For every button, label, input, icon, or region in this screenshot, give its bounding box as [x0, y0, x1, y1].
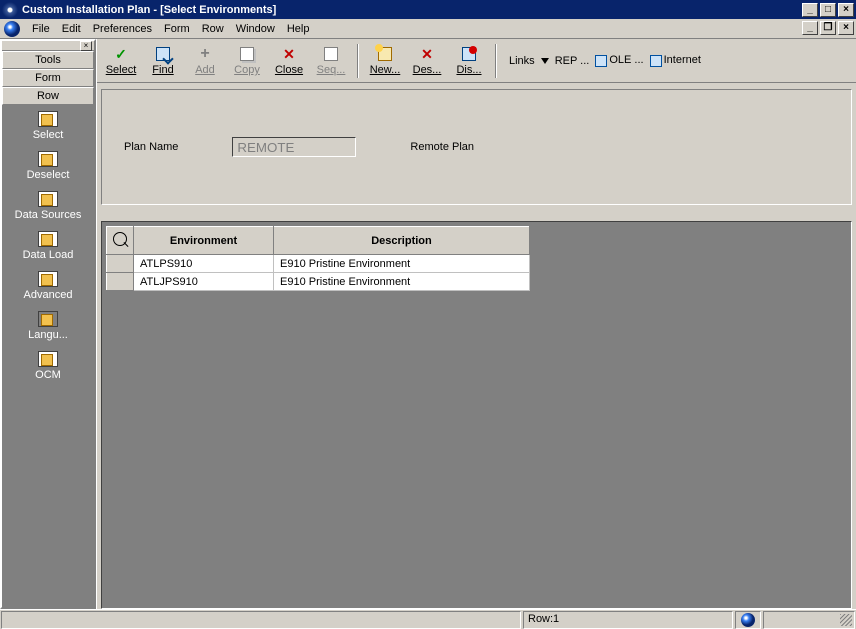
- menu-form[interactable]: Form: [158, 21, 196, 37]
- copy-icon: [240, 47, 254, 61]
- seq-icon: [324, 47, 338, 61]
- sidebar-action-data-load[interactable]: Data Load: [2, 231, 94, 261]
- link-ole[interactable]: OLE ...: [595, 54, 643, 66]
- status-row: Row:1: [523, 611, 733, 629]
- link-rep[interactable]: REP ...: [555, 55, 590, 67]
- row-selector-header[interactable]: [107, 227, 134, 255]
- check-icon: ✓: [112, 45, 130, 63]
- globe-small-icon: [741, 613, 755, 627]
- sidebar-action-ocm[interactable]: OCM: [2, 351, 94, 381]
- cell-description[interactable]: E910 Pristine Environment: [274, 255, 530, 273]
- plan-desc-label: Remote Plan: [410, 141, 474, 153]
- menu-help[interactable]: Help: [281, 21, 316, 37]
- toolbar: ✓ Select Find + Add Copy ✕ Close Seq...: [97, 39, 856, 83]
- sidebar-action-deselect[interactable]: Deselect: [2, 151, 94, 181]
- minimize-button[interactable]: _: [802, 3, 818, 17]
- internet-icon: [650, 55, 662, 67]
- close-window-button[interactable]: ×: [838, 3, 854, 17]
- col-header-environment[interactable]: Environment: [134, 227, 274, 255]
- sidebar-button-form[interactable]: Form: [2, 69, 94, 87]
- resize-grip[interactable]: [840, 614, 852, 626]
- toolbar-separator-2: [495, 44, 497, 78]
- ole-icon: [595, 55, 607, 67]
- toolbar-select-button[interactable]: ✓ Select: [101, 41, 141, 81]
- sidebar-button-row[interactable]: Row: [2, 87, 94, 105]
- toolbar-separator: [357, 44, 359, 78]
- status-cell-1: [1, 611, 521, 629]
- row-selector[interactable]: [107, 255, 134, 273]
- content-area: Plan Name Remote Plan Environment Descri…: [97, 83, 856, 609]
- languages-icon: [38, 311, 58, 327]
- menu-edit[interactable]: Edit: [56, 21, 87, 37]
- form-panel: Plan Name Remote Plan: [101, 89, 852, 205]
- sidebar-button-tools[interactable]: Tools: [2, 51, 94, 69]
- select-icon: [38, 111, 58, 127]
- link-internet[interactable]: Internet: [650, 54, 701, 66]
- row-selector[interactable]: [107, 273, 134, 291]
- dis-icon: [462, 47, 476, 61]
- titlebar: Custom Installation Plan - [Select Envir…: [0, 0, 856, 19]
- sidebar-action-data-sources[interactable]: Data Sources: [2, 191, 94, 221]
- menubar: File Edit Preferences Form Row Window He…: [0, 19, 856, 39]
- table-row[interactable]: ATLJPS910 E910 Pristine Environment: [107, 273, 530, 291]
- menu-file[interactable]: File: [26, 21, 56, 37]
- toolbar-copy-button: Copy: [227, 41, 267, 81]
- plan-name-input[interactable]: [232, 137, 356, 157]
- links-dropdown-icon[interactable]: [541, 58, 549, 64]
- mdi-restore-button[interactable]: ❐: [820, 21, 836, 35]
- ocm-icon: [38, 351, 58, 367]
- cell-description[interactable]: E910 Pristine Environment: [274, 273, 530, 291]
- menu-row[interactable]: Row: [196, 21, 230, 37]
- sidebar-grip[interactable]: ×: [2, 41, 94, 51]
- links-label: Links: [509, 55, 535, 67]
- window-title: Custom Installation Plan - [Select Envir…: [22, 4, 802, 16]
- data-sources-icon: [38, 191, 58, 207]
- sidebar: × Tools Form Row Select Deselect Data So…: [0, 39, 96, 609]
- status-cell-4: [763, 611, 855, 629]
- statusbar: Row:1: [0, 609, 856, 629]
- menu-preferences[interactable]: Preferences: [87, 21, 158, 37]
- status-globe: [735, 611, 761, 629]
- grid-area[interactable]: Environment Description ATLPS910 E910 Pr…: [101, 221, 852, 609]
- plan-name-label: Plan Name: [124, 141, 178, 153]
- sidebar-action-select[interactable]: Select: [2, 111, 94, 141]
- plus-icon: +: [196, 45, 214, 63]
- app-icon: [2, 2, 18, 18]
- main-area: ✓ Select Find + Add Copy ✕ Close Seq...: [96, 39, 856, 609]
- find-icon: [156, 47, 170, 61]
- toolbar-seq-button: Seq...: [311, 41, 351, 81]
- close-icon: ✕: [280, 45, 298, 63]
- globe-icon: [4, 21, 20, 37]
- data-load-icon: [38, 231, 58, 247]
- sidebar-close-icon[interactable]: ×: [80, 41, 92, 51]
- col-header-description[interactable]: Description: [274, 227, 530, 255]
- links-area: Links REP ... OLE ... Internet: [509, 54, 701, 66]
- cell-environment[interactable]: ATLJPS910: [134, 273, 274, 291]
- sidebar-action-advanced[interactable]: Advanced: [2, 271, 94, 301]
- advanced-icon: [38, 271, 58, 287]
- search-icon: [113, 232, 127, 246]
- toolbar-close-button[interactable]: ✕ Close: [269, 41, 309, 81]
- toolbar-find-button[interactable]: Find: [143, 41, 183, 81]
- maximize-button[interactable]: □: [820, 3, 836, 17]
- new-icon: [378, 47, 392, 61]
- toolbar-des-button[interactable]: ✕ Des...: [407, 41, 447, 81]
- sidebar-panel: Select Deselect Data Sources Data Load A…: [2, 105, 94, 607]
- toolbar-dis-button[interactable]: Dis...: [449, 41, 489, 81]
- mdi-minimize-button[interactable]: _: [802, 21, 818, 35]
- toolbar-add-button: + Add: [185, 41, 225, 81]
- sidebar-action-languages[interactable]: Langu...: [2, 311, 94, 341]
- des-icon: ✕: [418, 45, 436, 63]
- environments-table[interactable]: Environment Description ATLPS910 E910 Pr…: [106, 226, 530, 291]
- table-row[interactable]: ATLPS910 E910 Pristine Environment: [107, 255, 530, 273]
- menu-window[interactable]: Window: [230, 21, 281, 37]
- cell-environment[interactable]: ATLPS910: [134, 255, 274, 273]
- toolbar-new-button[interactable]: New...: [365, 41, 405, 81]
- mdi-close-button[interactable]: ×: [838, 21, 854, 35]
- deselect-icon: [38, 151, 58, 167]
